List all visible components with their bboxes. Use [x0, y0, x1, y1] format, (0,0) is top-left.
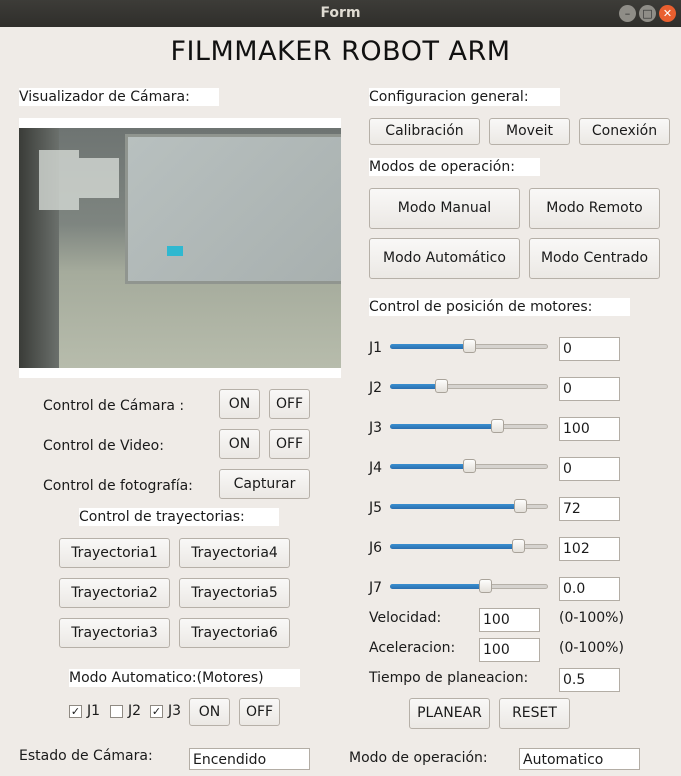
window-titlebar: Form — [0, 0, 681, 27]
capture-button[interactable]: Capturar — [219, 469, 310, 499]
trajectory1-button[interactable]: Trayectoria1 — [59, 538, 170, 568]
acceleration-field[interactable]: 100 — [479, 638, 540, 662]
joint-value-field-j7[interactable]: 0.0 — [559, 577, 620, 601]
manual-mode-button[interactable]: Modo Manual — [369, 188, 520, 229]
joint-slider-j2[interactable] — [390, 376, 548, 396]
joint-slider-j7[interactable] — [390, 576, 548, 596]
joint-label-j7: J7 — [369, 580, 383, 596]
centered-mode-button[interactable]: Modo Centrado — [529, 238, 660, 279]
window-title: Form — [320, 5, 361, 21]
trajectory2-button[interactable]: Trayectoria2 — [59, 578, 170, 608]
acceleration-range-label: (0-100%) — [559, 640, 624, 656]
reset-button[interactable]: RESET — [499, 698, 570, 729]
video-off-button[interactable]: OFF — [269, 429, 310, 459]
joint-label-j5: J5 — [369, 500, 383, 516]
minimize-icon[interactable]: – — [619, 5, 636, 22]
camera-control-label: Control de Cámara : — [43, 398, 185, 414]
video-control-label: Control de Video: — [43, 438, 164, 454]
slider-handle[interactable] — [434, 379, 448, 393]
joint-slider-j6[interactable] — [390, 536, 548, 556]
trajectory5-button[interactable]: Trayectoria5 — [179, 578, 290, 608]
joint-value-field-j4[interactable]: 0 — [559, 457, 620, 481]
joint-slider-j5[interactable] — [390, 496, 548, 516]
maximize-icon[interactable]: □ — [639, 5, 656, 22]
acceleration-label: Aceleracion: — [369, 640, 456, 656]
slider-handle[interactable] — [513, 499, 527, 513]
trajectories-label: Control de trayectorias: — [79, 508, 279, 526]
slider-handle[interactable] — [491, 419, 505, 433]
camera-feed-image — [19, 128, 341, 368]
close-icon[interactable]: ✕ — [659, 5, 676, 22]
trajectory6-button[interactable]: Trayectoria6 — [179, 618, 290, 648]
planning-time-label: Tiempo de planeacion: — [369, 670, 529, 686]
camera-state-field[interactable]: Encendido — [189, 748, 310, 770]
camera-off-button[interactable]: OFF — [269, 389, 310, 419]
joint-value-field-j1[interactable]: 0 — [559, 337, 620, 361]
joint-label-j1: J1 — [369, 340, 383, 356]
j2-check-label: J2 — [128, 703, 142, 719]
joint-label-j4: J4 — [369, 460, 383, 476]
joint-value-field-j5[interactable]: 72 — [559, 497, 620, 521]
slider-handle[interactable] — [511, 539, 525, 553]
j3-checkbox[interactable]: ✓ — [150, 705, 163, 718]
app-title: FILMMAKER ROBOT ARM — [170, 36, 511, 67]
general-config-label: Configuracion general: — [369, 88, 560, 106]
photo-control-label: Control de fotografía: — [43, 478, 193, 494]
joint-value-field-j2[interactable]: 0 — [559, 377, 620, 401]
velocity-range-label: (0-100%) — [559, 610, 624, 626]
joint-label-j6: J6 — [369, 540, 383, 556]
operation-mode-label: Modo de operación: — [349, 750, 488, 766]
motor-position-label: Control de posición de motores: — [369, 298, 630, 316]
slider-handle[interactable] — [463, 459, 476, 473]
planning-time-field[interactable]: 0.5 — [559, 668, 620, 692]
auto-on-button[interactable]: ON — [189, 698, 230, 726]
joint-label-j2: J2 — [369, 380, 383, 396]
calibration-button[interactable]: Calibración — [369, 118, 480, 145]
joint-slider-j4[interactable] — [390, 456, 548, 476]
plan-button[interactable]: PLANEAR — [409, 698, 490, 729]
camera-on-button[interactable]: ON — [219, 389, 260, 419]
trajectory3-button[interactable]: Trayectoria3 — [59, 618, 170, 648]
connection-button[interactable]: Conexión — [579, 118, 670, 145]
video-on-button[interactable]: ON — [219, 429, 260, 459]
joint-slider-j3[interactable] — [390, 416, 548, 436]
joint-value-field-j6[interactable]: 102 — [559, 537, 620, 561]
auto-off-button[interactable]: OFF — [239, 698, 280, 726]
j2-checkbox[interactable] — [110, 705, 123, 718]
trajectory4-button[interactable]: Trayectoria4 — [179, 538, 290, 568]
joint-value-field-j3[interactable]: 100 — [559, 417, 620, 441]
j3-check-label: J3 — [168, 703, 182, 719]
camera-viewer-label: Visualizador de Cámara: — [19, 88, 219, 106]
j1-check-label: J1 — [87, 703, 101, 719]
slider-handle[interactable] — [478, 579, 492, 593]
moveit-button[interactable]: Moveit — [489, 118, 570, 145]
camera-state-label: Estado de Cámara: — [19, 748, 153, 764]
operation-mode-field[interactable]: Automatico — [519, 748, 640, 770]
joint-label-j3: J3 — [369, 420, 383, 436]
operation-modes-label: Modos de operación: — [369, 158, 540, 176]
camera-viewer — [19, 118, 341, 378]
slider-handle[interactable] — [463, 339, 476, 353]
joint-slider-j1[interactable] — [390, 336, 548, 356]
remote-mode-button[interactable]: Modo Remoto — [529, 188, 660, 229]
j1-checkbox[interactable]: ✓ — [69, 705, 82, 718]
auto-mode-label: Modo Automatico:(Motores) — [69, 669, 300, 687]
velocity-label: Velocidad: — [369, 610, 442, 626]
velocity-field[interactable]: 100 — [479, 608, 540, 632]
automatic-mode-button[interactable]: Modo Automático — [369, 238, 520, 279]
